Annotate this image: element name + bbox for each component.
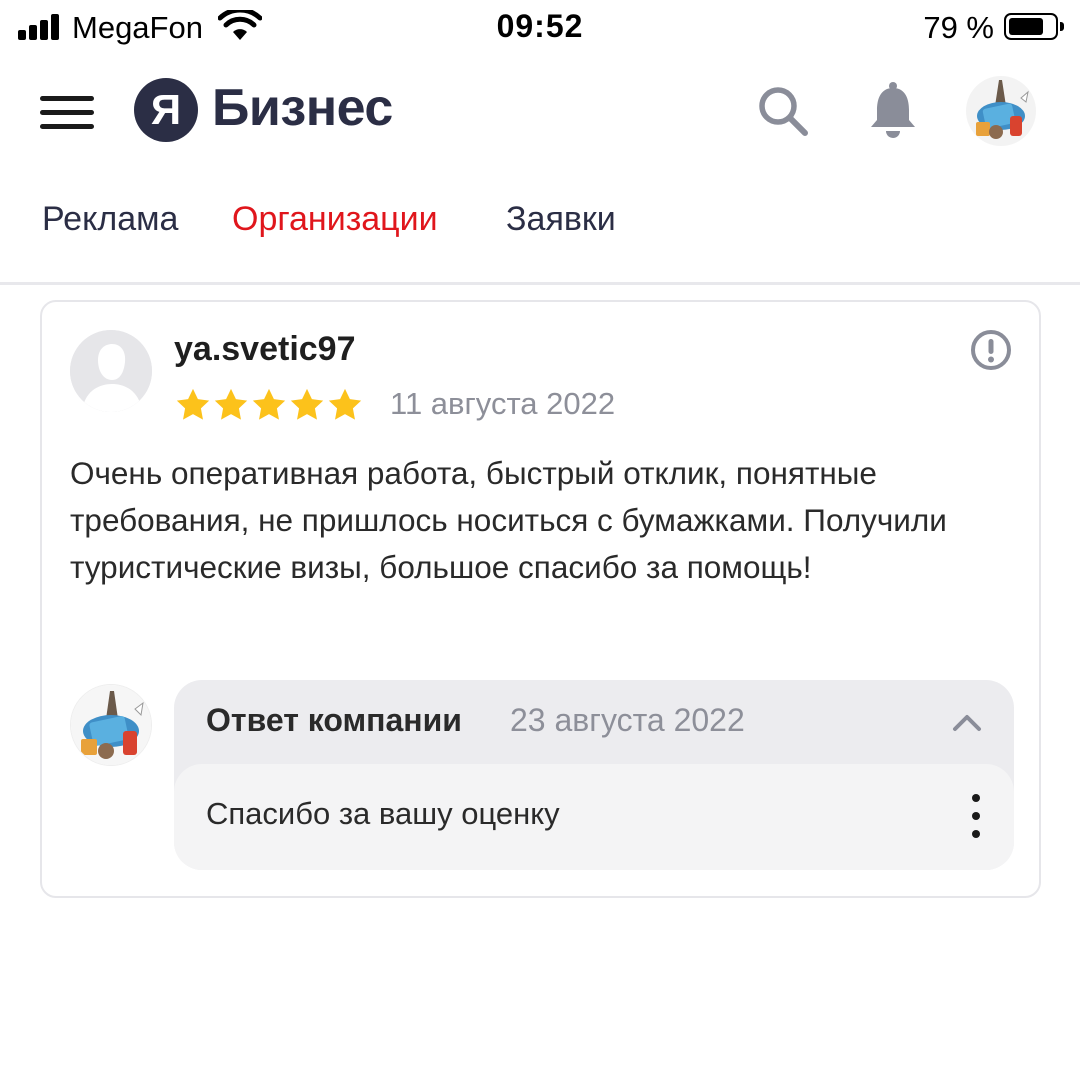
- tab-organizations[interactable]: Организации: [232, 200, 438, 239]
- reply-body: Спасибо за вашу оценку: [174, 764, 1014, 870]
- review-date: 11 августа 2022: [390, 386, 616, 421]
- status-bar: MegaFon 09:52 79 %: [0, 0, 1080, 56]
- review-author: ya.svetic97: [174, 330, 356, 368]
- reply-title: Ответ компании: [206, 702, 462, 738]
- divider: [0, 282, 1080, 285]
- battery-fill: [1009, 18, 1043, 35]
- user-avatar: [70, 330, 152, 412]
- review-card: ya.svetic97 11 августа 2022 Очень операт…: [40, 300, 1041, 898]
- app-header: Я Бизнес: [0, 56, 1080, 174]
- star-icon: [252, 388, 286, 420]
- complaint-icon[interactable]: [969, 328, 1013, 372]
- bell-icon[interactable]: [866, 80, 920, 140]
- logo-badge: Я: [134, 78, 198, 142]
- reply-text: Спасибо за вашу оценку: [206, 796, 560, 831]
- search-icon[interactable]: [756, 84, 810, 138]
- battery-percent: 79 %: [923, 10, 994, 45]
- star-icon: [290, 388, 324, 420]
- review-text: Очень оперативная работа, быстрый отклик…: [70, 455, 947, 585]
- battery-icon: [1004, 13, 1064, 40]
- company-reply: Ответ компании 23 августа 2022 Спасибо з…: [174, 680, 1014, 870]
- star-icon: [328, 388, 362, 420]
- more-options-icon[interactable]: [970, 794, 982, 838]
- tab-requests[interactable]: Заявки: [506, 200, 616, 239]
- tab-bar: Реклама Организации Заявки: [0, 200, 1080, 260]
- chevron-up-icon[interactable]: [950, 706, 984, 740]
- star-rating: [174, 386, 364, 426]
- clock: 09:52: [496, 8, 584, 44]
- star-icon: [214, 388, 248, 420]
- reply-date: 23 августа 2022: [510, 702, 745, 738]
- menu-icon[interactable]: [40, 94, 96, 130]
- avatar[interactable]: [966, 76, 1036, 146]
- tab-advertising[interactable]: Реклама: [42, 200, 178, 239]
- star-icon: [176, 388, 210, 420]
- logo-text: Бизнес: [212, 79, 393, 137]
- company-avatar: [70, 684, 152, 766]
